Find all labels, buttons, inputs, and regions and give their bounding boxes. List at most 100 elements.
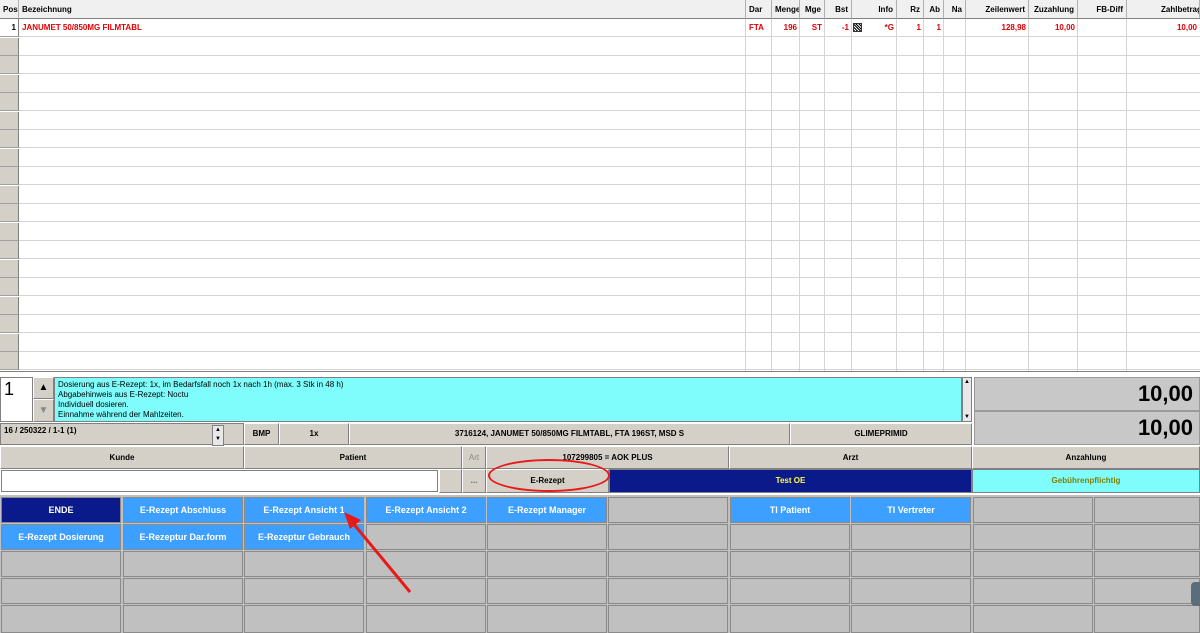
- empty-tile[interactable]: [1094, 524, 1200, 550]
- col-header-pos[interactable]: Pos: [0, 0, 19, 19]
- col-header-bezeichnung[interactable]: Bezeichnung: [19, 0, 746, 19]
- empty-tile[interactable]: [1094, 497, 1200, 523]
- col-header-zeilenwert[interactable]: Zeilenwert: [966, 0, 1029, 19]
- fee-status[interactable]: Gebührenpflichtig: [972, 469, 1200, 493]
- empty-tile[interactable]: [973, 605, 1093, 633]
- row-header[interactable]: [0, 278, 19, 296]
- empty-tile[interactable]: [1, 551, 121, 577]
- ende-button[interactable]: ENDE: [1, 497, 121, 523]
- dosage-notes[interactable]: Dosierung aus E-Rezept: 1x, im Bedarfsfa…: [54, 377, 962, 422]
- empty-tile[interactable]: [973, 551, 1093, 577]
- row-header[interactable]: [0, 241, 19, 259]
- table-row[interactable]: [0, 130, 1200, 148]
- col-header-menge[interactable]: Menge: [772, 0, 800, 19]
- col-header-dar[interactable]: Dar: [746, 0, 772, 19]
- empty-tile[interactable]: [1, 578, 121, 604]
- col-header-info[interactable]: Info: [852, 0, 897, 19]
- empty-tile[interactable]: [851, 524, 971, 550]
- bmp-button[interactable]: BMP: [244, 423, 279, 445]
- empty-tile[interactable]: [244, 605, 364, 633]
- empty-tile[interactable]: [608, 497, 728, 523]
- empty-tile[interactable]: [1094, 578, 1200, 604]
- kunde-lookup-button[interactable]: [439, 469, 462, 493]
- e-rezept-dosierung-button[interactable]: E-Rezept Dosierung: [1, 524, 121, 550]
- empty-tile[interactable]: [851, 605, 971, 633]
- empty-tile[interactable]: [851, 551, 971, 577]
- table-row[interactable]: [0, 259, 1200, 278]
- row-header[interactable]: [0, 296, 19, 315]
- table-row[interactable]: [0, 222, 1200, 241]
- empty-tile[interactable]: [487, 551, 607, 577]
- row-header[interactable]: [0, 93, 19, 111]
- side-tab[interactable]: [1191, 582, 1200, 606]
- empty-tile[interactable]: [730, 524, 850, 550]
- arrow-down-button[interactable]: ▼: [33, 399, 54, 422]
- empty-tile[interactable]: [123, 578, 243, 604]
- table-row[interactable]: [0, 37, 1200, 56]
- table-row[interactable]: [0, 352, 1200, 370]
- table-row[interactable]: [0, 111, 1200, 130]
- counter-scrollbar[interactable]: ▲ ▼: [212, 425, 224, 446]
- dosage-scrollbar[interactable]: ▲ ▼: [962, 377, 972, 422]
- empty-tile[interactable]: [123, 605, 243, 633]
- empty-tile[interactable]: [487, 578, 607, 604]
- table-row[interactable]: [0, 241, 1200, 259]
- empty-tile[interactable]: [608, 578, 728, 604]
- anzahlung-label[interactable]: Anzahlung: [972, 446, 1200, 469]
- table-row[interactable]: [0, 74, 1200, 93]
- empty-tile[interactable]: [730, 578, 850, 604]
- empty-tile[interactable]: [973, 497, 1093, 523]
- table-row[interactable]: [0, 278, 1200, 296]
- art-label[interactable]: Art: [462, 446, 486, 469]
- empty-tile[interactable]: [608, 605, 728, 633]
- row-header[interactable]: [0, 37, 19, 56]
- empty-tile[interactable]: [608, 524, 728, 550]
- col-header-zahlbetrag[interactable]: Zahlbetrag: [1127, 0, 1200, 19]
- col-header-zuzahlung[interactable]: Zuzahlung: [1029, 0, 1078, 19]
- row-header[interactable]: [0, 315, 19, 333]
- e-rezept-abschluss-button[interactable]: E-Rezept Abschluss: [123, 497, 243, 523]
- table-row[interactable]: [0, 56, 1200, 74]
- table-row[interactable]: [0, 148, 1200, 167]
- col-header-rz[interactable]: Rz: [897, 0, 924, 19]
- ti-patient-button[interactable]: TI Patient: [730, 497, 850, 523]
- interaction-button[interactable]: GLIMEPRIMID: [790, 423, 972, 445]
- table-row[interactable]: [0, 93, 1200, 111]
- kunde-label[interactable]: Kunde: [0, 446, 244, 469]
- row-header[interactable]: [0, 56, 19, 74]
- arzt-label[interactable]: Arzt: [729, 446, 972, 469]
- e-rezept-manager-button[interactable]: E-Rezept Manager: [487, 497, 607, 523]
- row-header[interactable]: [0, 185, 19, 204]
- row-header[interactable]: [0, 222, 19, 241]
- row-header[interactable]: [0, 167, 19, 185]
- table-row[interactable]: [0, 296, 1200, 315]
- kunde-input[interactable]: [1, 470, 438, 492]
- col-header-mge[interactable]: Mge: [800, 0, 825, 19]
- row-header[interactable]: [0, 130, 19, 148]
- ti-vertreter-button[interactable]: TI Vertreter: [851, 497, 971, 523]
- row-header[interactable]: [0, 204, 19, 222]
- empty-tile[interactable]: [1094, 551, 1200, 577]
- arrow-up-button[interactable]: ▲: [33, 377, 54, 399]
- empty-tile[interactable]: [730, 605, 850, 633]
- table-row[interactable]: [0, 167, 1200, 185]
- empty-tile[interactable]: [730, 551, 850, 577]
- position-number-field[interactable]: 1: [0, 377, 33, 422]
- row-header[interactable]: [0, 111, 19, 130]
- col-header-fb-diff[interactable]: FB-Diff: [1078, 0, 1127, 19]
- col-header-bst[interactable]: Bst: [825, 0, 852, 19]
- arzt-value[interactable]: Test OE: [609, 469, 972, 493]
- table-row[interactable]: [0, 315, 1200, 333]
- row-header[interactable]: [0, 352, 19, 370]
- empty-tile[interactable]: [608, 551, 728, 577]
- empty-tile[interactable]: [1, 605, 121, 633]
- patient-label[interactable]: Patient: [244, 446, 462, 469]
- empty-tile[interactable]: [487, 524, 607, 550]
- empty-tile[interactable]: [851, 578, 971, 604]
- row-header[interactable]: [0, 333, 19, 352]
- empty-tile[interactable]: [123, 551, 243, 577]
- table-row[interactable]: [0, 333, 1200, 352]
- col-header-na[interactable]: Na: [944, 0, 966, 19]
- empty-tile[interactable]: [1094, 605, 1200, 633]
- quantity-button[interactable]: 1x: [279, 423, 349, 445]
